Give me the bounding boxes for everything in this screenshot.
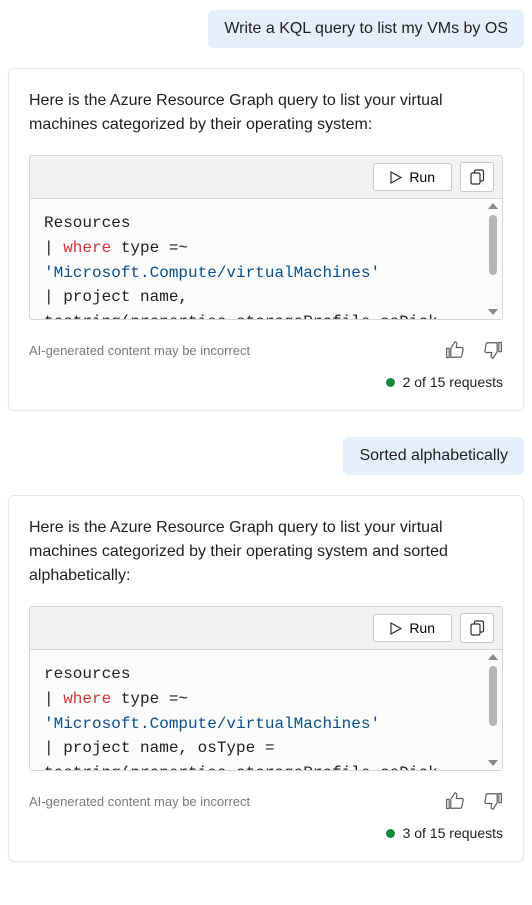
code-string: 'Microsoft.Compute/virtualMachines'	[44, 264, 380, 282]
assistant-message: Here is the Azure Resource Graph query t…	[8, 68, 524, 411]
scroll-track-mid[interactable]	[486, 660, 500, 760]
user-message-text: Sorted alphabetically	[343, 437, 524, 475]
code-token: type =~	[111, 239, 197, 257]
status-row: 2 of 15 requests	[29, 374, 503, 390]
status-row: 3 of 15 requests	[29, 825, 503, 841]
code-toolbar: Run	[30, 607, 502, 650]
code-toolbar: Run	[30, 156, 502, 199]
status-dot-icon	[386, 378, 395, 387]
scrollbar[interactable]	[486, 652, 500, 768]
scroll-thumb[interactable]	[489, 215, 497, 275]
code-content-wrap: Resources | where type =~ 'Microsoft.Com…	[30, 199, 502, 319]
code-token: resources	[44, 665, 130, 683]
run-button[interactable]: Run	[373, 163, 452, 191]
play-icon	[390, 622, 402, 635]
assistant-message: Here is the Azure Resource Graph query t…	[8, 495, 524, 862]
code-token: type =~	[111, 690, 197, 708]
copy-icon	[470, 620, 485, 636]
request-counter: 2 of 15 requests	[403, 374, 503, 390]
code-content-wrap: resources | where type =~ 'Microsoft.Com…	[30, 650, 502, 770]
feedback-buttons	[445, 791, 503, 811]
run-label: Run	[409, 169, 435, 185]
assistant-intro-text: Here is the Azure Resource Graph query t…	[29, 516, 503, 588]
scroll-track-mid[interactable]	[486, 209, 500, 309]
message-footer: AI-generated content may be incorrect	[29, 340, 503, 360]
code-token: Resources	[44, 214, 130, 232]
assistant-intro-text: Here is the Azure Resource Graph query t…	[29, 89, 503, 137]
code-keyword: where	[63, 690, 111, 708]
code-token: tostring(properties.storageProfile.osDis…	[44, 764, 438, 770]
request-counter: 3 of 15 requests	[403, 825, 503, 841]
user-message-text: Write a KQL query to list my VMs by OS	[208, 10, 524, 48]
user-message: Write a KQL query to list my VMs by OS	[8, 10, 524, 48]
copy-icon	[470, 169, 485, 185]
disclaimer-text: AI-generated content may be incorrect	[29, 794, 250, 809]
code-token: tostring(properties.storageProfile.osDis…	[44, 313, 438, 319]
thumbs-down-button[interactable]	[483, 791, 503, 811]
copy-button[interactable]	[460, 613, 494, 643]
code-string: 'Microsoft.Compute/virtualMachines'	[44, 715, 380, 733]
run-button[interactable]: Run	[373, 614, 452, 642]
scroll-down-icon[interactable]	[488, 760, 498, 766]
disclaimer-text: AI-generated content may be incorrect	[29, 343, 250, 358]
scroll-down-icon[interactable]	[488, 309, 498, 315]
thumbs-down-button[interactable]	[483, 340, 503, 360]
code-block: Run resources | where type =~ 'Microsoft…	[29, 606, 503, 771]
copy-button[interactable]	[460, 162, 494, 192]
scroll-thumb[interactable]	[489, 666, 497, 726]
play-icon	[390, 171, 402, 184]
code-keyword: where	[63, 239, 111, 257]
code-token: |	[44, 239, 63, 257]
thumbs-up-button[interactable]	[445, 791, 465, 811]
user-message: Sorted alphabetically	[8, 437, 524, 475]
run-label: Run	[409, 620, 435, 636]
scrollbar[interactable]	[486, 201, 500, 317]
status-dot-icon	[386, 829, 395, 838]
code-content[interactable]: Resources | where type =~ 'Microsoft.Com…	[30, 199, 502, 319]
message-footer: AI-generated content may be incorrect	[29, 791, 503, 811]
code-block: Run Resources | where type =~ 'Microsoft…	[29, 155, 503, 320]
code-token: |	[44, 690, 63, 708]
code-token: | project name,	[44, 288, 198, 306]
code-token: | project name, osType =	[44, 739, 284, 757]
thumbs-up-button[interactable]	[445, 340, 465, 360]
feedback-buttons	[445, 340, 503, 360]
code-content[interactable]: resources | where type =~ 'Microsoft.Com…	[30, 650, 502, 770]
